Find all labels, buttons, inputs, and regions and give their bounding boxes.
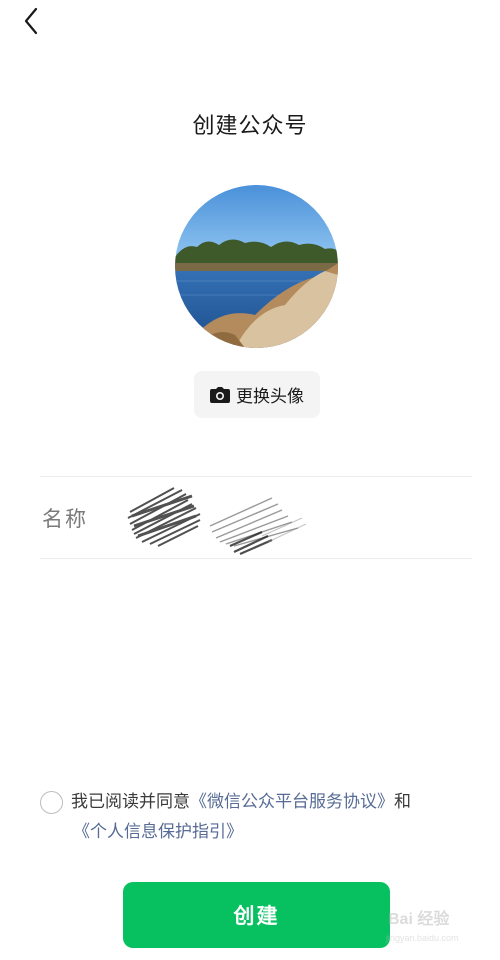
back-button[interactable] (18, 6, 48, 36)
change-avatar-label: 更换头像 (236, 387, 304, 407)
name-label: 名称 (42, 507, 88, 531)
divider-bottom (40, 558, 472, 559)
privacy-guide-link[interactable]: 《个人信息保护指引》 (73, 822, 243, 842)
redacted-scribble (127, 487, 307, 556)
camera-icon (210, 386, 230, 403)
avatar-image (175, 185, 338, 348)
agreement-connector: 和 (394, 792, 411, 812)
change-avatar-button[interactable]: 更换头像 (194, 371, 320, 418)
watermark: Bai 经验 jingyan.baidu.com (380, 903, 496, 953)
agreement-prefix: 我已阅读并同意 (71, 792, 190, 812)
avatar[interactable] (175, 185, 338, 348)
service-agreement-link[interactable]: 《微信公众平台服务协议》 (190, 792, 394, 812)
watermark-url: jingyan.baidu.com (386, 933, 459, 943)
page-title: 创建公众号 (192, 114, 308, 139)
chevron-left-icon (24, 7, 38, 35)
agreement-line-1: 我已阅读并同意《微信公众平台服务协议》和 (71, 786, 411, 819)
agree-checkbox[interactable] (40, 791, 63, 814)
name-input[interactable] (122, 476, 312, 562)
watermark-brand: Bai 经验 (388, 911, 450, 928)
create-button[interactable]: 创建 (123, 882, 390, 948)
agreement-line-2: 《个人信息保护指引》 (73, 816, 243, 849)
